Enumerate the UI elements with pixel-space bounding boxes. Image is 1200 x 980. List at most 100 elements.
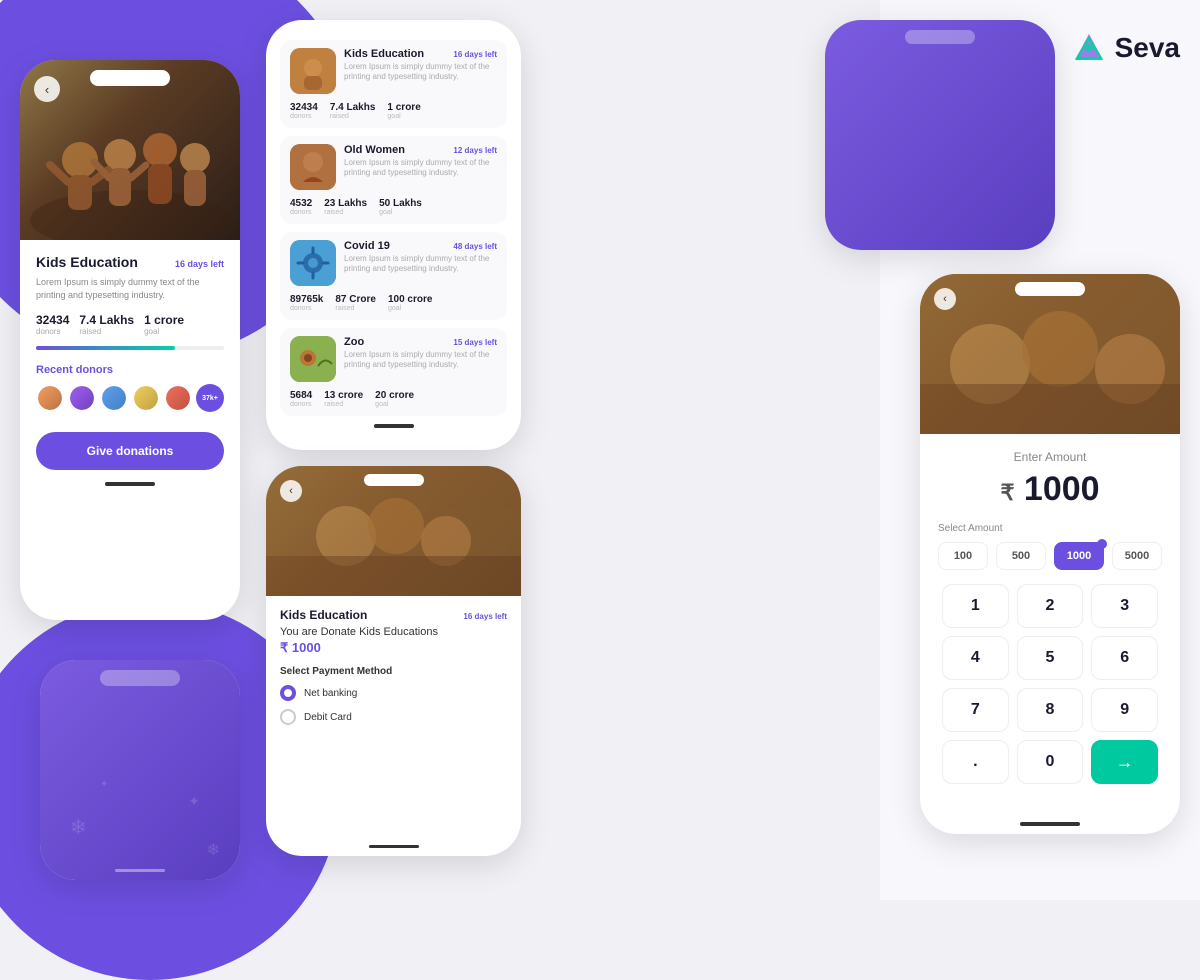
- list-item: Old Women 12 days left Lorem Ipsum is si…: [280, 136, 507, 224]
- col2: Kids Education 16 days left Lorem Ipsum …: [266, 20, 526, 880]
- list-title-row: Old Women 12 days left: [344, 144, 497, 156]
- payment-title-row: Kids Education 16 days left: [280, 608, 507, 622]
- thumb-art-covid: [290, 240, 336, 286]
- progress-bar-bg: [36, 346, 224, 350]
- amount-body: Enter Amount ₹ 1000 Select Amount 100 50…: [920, 434, 1180, 794]
- list-item-info-women: Old Women 12 days left Lorem Ipsum is si…: [344, 144, 497, 179]
- numpad-3[interactable]: 3: [1091, 584, 1158, 628]
- days-left-badge: 16 days left: [175, 259, 224, 269]
- amount-back-button[interactable]: ‹: [934, 288, 956, 310]
- top-right-area: Seva: [542, 20, 1180, 250]
- phone-top-right: [825, 20, 1055, 250]
- detail-description: Lorem Ipsum is simply dummy text of the …: [36, 276, 224, 301]
- donor-avatar-3: [100, 384, 128, 412]
- numpad-1[interactable]: 1: [942, 584, 1009, 628]
- stat-val: 20 crore: [375, 390, 414, 401]
- give-donations-button[interactable]: Give donations: [36, 432, 224, 470]
- list-item: Kids Education 16 days left Lorem Ipsum …: [280, 40, 507, 128]
- numpad-2[interactable]: 2: [1017, 584, 1084, 628]
- stat-lbl: goal: [379, 209, 422, 216]
- numpad-7[interactable]: 7: [942, 688, 1009, 732]
- stat-val: 87 Crore: [335, 294, 376, 305]
- stat-val: 13 crore: [324, 390, 363, 401]
- numpad-go[interactable]: →: [1091, 740, 1158, 784]
- list-days-women: 12 days left: [453, 146, 497, 155]
- progress-bar-fill: [36, 346, 175, 350]
- list-stat: 100 crore goal: [388, 294, 432, 312]
- goal-value: 1 crore: [144, 313, 184, 327]
- col1: ‹ Kids Education 16 days left Lorem Ipsu…: [20, 20, 250, 880]
- amount-value: 1000: [1024, 470, 1100, 508]
- detail-body: Kids Education 16 days left Lorem Ipsum …: [20, 240, 240, 500]
- list-thumb-women: [290, 144, 336, 190]
- list-item-info-covid: Covid 19 48 days left Lorem Ipsum is sim…: [344, 240, 497, 275]
- chip-100[interactable]: 100: [938, 542, 988, 570]
- back-button[interactable]: ‹: [34, 76, 60, 102]
- list-item: Covid 19 48 days left Lorem Ipsum is sim…: [280, 232, 507, 320]
- stat-val: 89765k: [290, 294, 323, 305]
- deco-snowflake-2: ✦: [188, 793, 200, 810]
- home-bar-empty: [115, 869, 165, 872]
- main-layout: ‹ Kids Education 16 days left Lorem Ipsu…: [0, 0, 1200, 900]
- list-stat: 13 crore raised: [324, 390, 363, 408]
- numpad-5[interactable]: 5: [1017, 636, 1084, 680]
- payment-option-debit[interactable]: Debit Card: [280, 709, 507, 725]
- list-title-women: Old Women: [344, 144, 405, 156]
- payment-days: 16 days left: [463, 612, 507, 621]
- phone-notch: [90, 70, 170, 86]
- amount-art: [920, 274, 1180, 434]
- avatar-img-4: [134, 386, 158, 410]
- list-stat: 87 Crore raised: [335, 294, 376, 312]
- list-title-row: Covid 19 48 days left: [344, 240, 497, 252]
- donors-label: donors: [36, 327, 69, 336]
- stat-lbl: raised: [324, 209, 367, 216]
- numpad-4[interactable]: 4: [942, 636, 1009, 680]
- chip-1000[interactable]: 1000: [1054, 542, 1104, 570]
- list-title-zoo: Zoo: [344, 336, 364, 348]
- numpad-8[interactable]: 8: [1017, 688, 1084, 732]
- list-bottom-bar: [280, 424, 507, 428]
- home-bar-payment: [369, 845, 419, 848]
- list-desc-zoo: Lorem Ipsum is simply dummy text of the …: [344, 350, 497, 371]
- deco-snowflake-1: ❄: [70, 815, 87, 840]
- payment-back-button[interactable]: ‹: [280, 480, 302, 502]
- thumb-art-kids: [290, 48, 336, 94]
- donor-count-extra: 37k+: [196, 384, 224, 412]
- list-stat: 32434 donors: [290, 102, 318, 120]
- stat-raised: 7.4 Lakhs raised: [79, 313, 134, 336]
- list-days-covid: 48 days left: [453, 242, 497, 251]
- chip-500[interactable]: 500: [996, 542, 1046, 570]
- phone-detail: ‹ Kids Education 16 days left Lorem Ipsu…: [20, 60, 240, 620]
- donor-avatar-5: [164, 384, 192, 412]
- numpad-0[interactable]: 0: [1017, 740, 1084, 784]
- stat-lbl: goal: [388, 305, 432, 312]
- list-stat: 20 crore goal: [375, 390, 414, 408]
- stat-val: 7.4 Lakhs: [330, 102, 376, 113]
- avatar-img-5: [166, 386, 190, 410]
- stat-val: 100 crore: [388, 294, 432, 305]
- list-item-info-kids: Kids Education 16 days left Lorem Ipsum …: [344, 48, 497, 83]
- seva-logo: [1071, 30, 1107, 66]
- title-row: Kids Education 16 days left: [36, 254, 224, 270]
- donor-avatar-1: [36, 384, 64, 412]
- stat-lbl: raised: [335, 305, 376, 312]
- numpad-6[interactable]: 6: [1091, 636, 1158, 680]
- numpad-9[interactable]: 9: [1091, 688, 1158, 732]
- chip-5000[interactable]: 5000: [1112, 542, 1162, 570]
- numpad-dot[interactable]: .: [942, 740, 1009, 784]
- list-item: Zoo 15 days left Lorem Ipsum is simply d…: [280, 328, 507, 416]
- brand-header: Seva: [1071, 30, 1180, 66]
- payment-option-netbanking[interactable]: Net banking: [280, 685, 507, 701]
- payment-body: Kids Education 16 days left You are Dona…: [266, 596, 521, 745]
- home-bar-amount: [1020, 822, 1080, 826]
- thumb-art-zoo: [290, 336, 336, 382]
- raised-label: raised: [79, 327, 134, 336]
- amount-display: ₹ 1000: [938, 470, 1162, 509]
- donor-avatar-4: [132, 384, 160, 412]
- phone-list: Kids Education 16 days left Lorem Ipsum …: [266, 20, 521, 450]
- phone-payment: ‹ Kids Education 16 days left You are Do…: [266, 466, 521, 856]
- netbanking-label: Net banking: [304, 688, 357, 699]
- list-desc-women: Lorem Ipsum is simply dummy text of the …: [344, 158, 497, 179]
- phone-top-right-notch: [905, 30, 975, 44]
- list-days-kids: 16 days left: [453, 50, 497, 59]
